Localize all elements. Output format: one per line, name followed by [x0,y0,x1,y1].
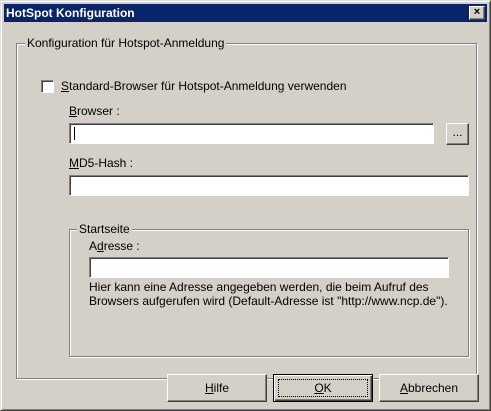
cancel-button[interactable]: Abbrechen [379,374,479,402]
title-bar[interactable]: HotSpot Konfiguration × [4,4,487,22]
address-input[interactable] [89,257,449,278]
md5-hash-input[interactable] [69,175,469,196]
hotspot-login-group-title: Konfiguration für Hotspot-Anmeldung [25,36,227,50]
default-browser-checkbox-label[interactable]: Standard-Browser für Hotspot-Anmeldung v… [61,79,347,93]
close-button[interactable]: × [469,6,485,20]
close-icon: × [473,6,481,18]
window-title: HotSpot Konfiguration [6,6,135,20]
browser-path-input[interactable] [69,123,434,144]
startpage-group-title: Startseite [77,222,132,236]
browse-button[interactable]: ... [446,123,469,145]
md5-hash-label: MD5-Hash : [69,156,134,170]
browser-label: Browser : [69,104,120,118]
text-caret [74,127,75,140]
dialog-window: HotSpot Konfiguration × Konfiguration fü… [0,0,491,411]
ok-button[interactable]: OK [273,374,373,402]
help-button[interactable]: Hilfe [167,374,267,402]
default-browser-checkbox[interactable] [41,80,54,93]
address-help-text: Hier kann eine Adresse angegeben werden,… [89,280,448,308]
address-label: Adresse : [89,239,140,253]
